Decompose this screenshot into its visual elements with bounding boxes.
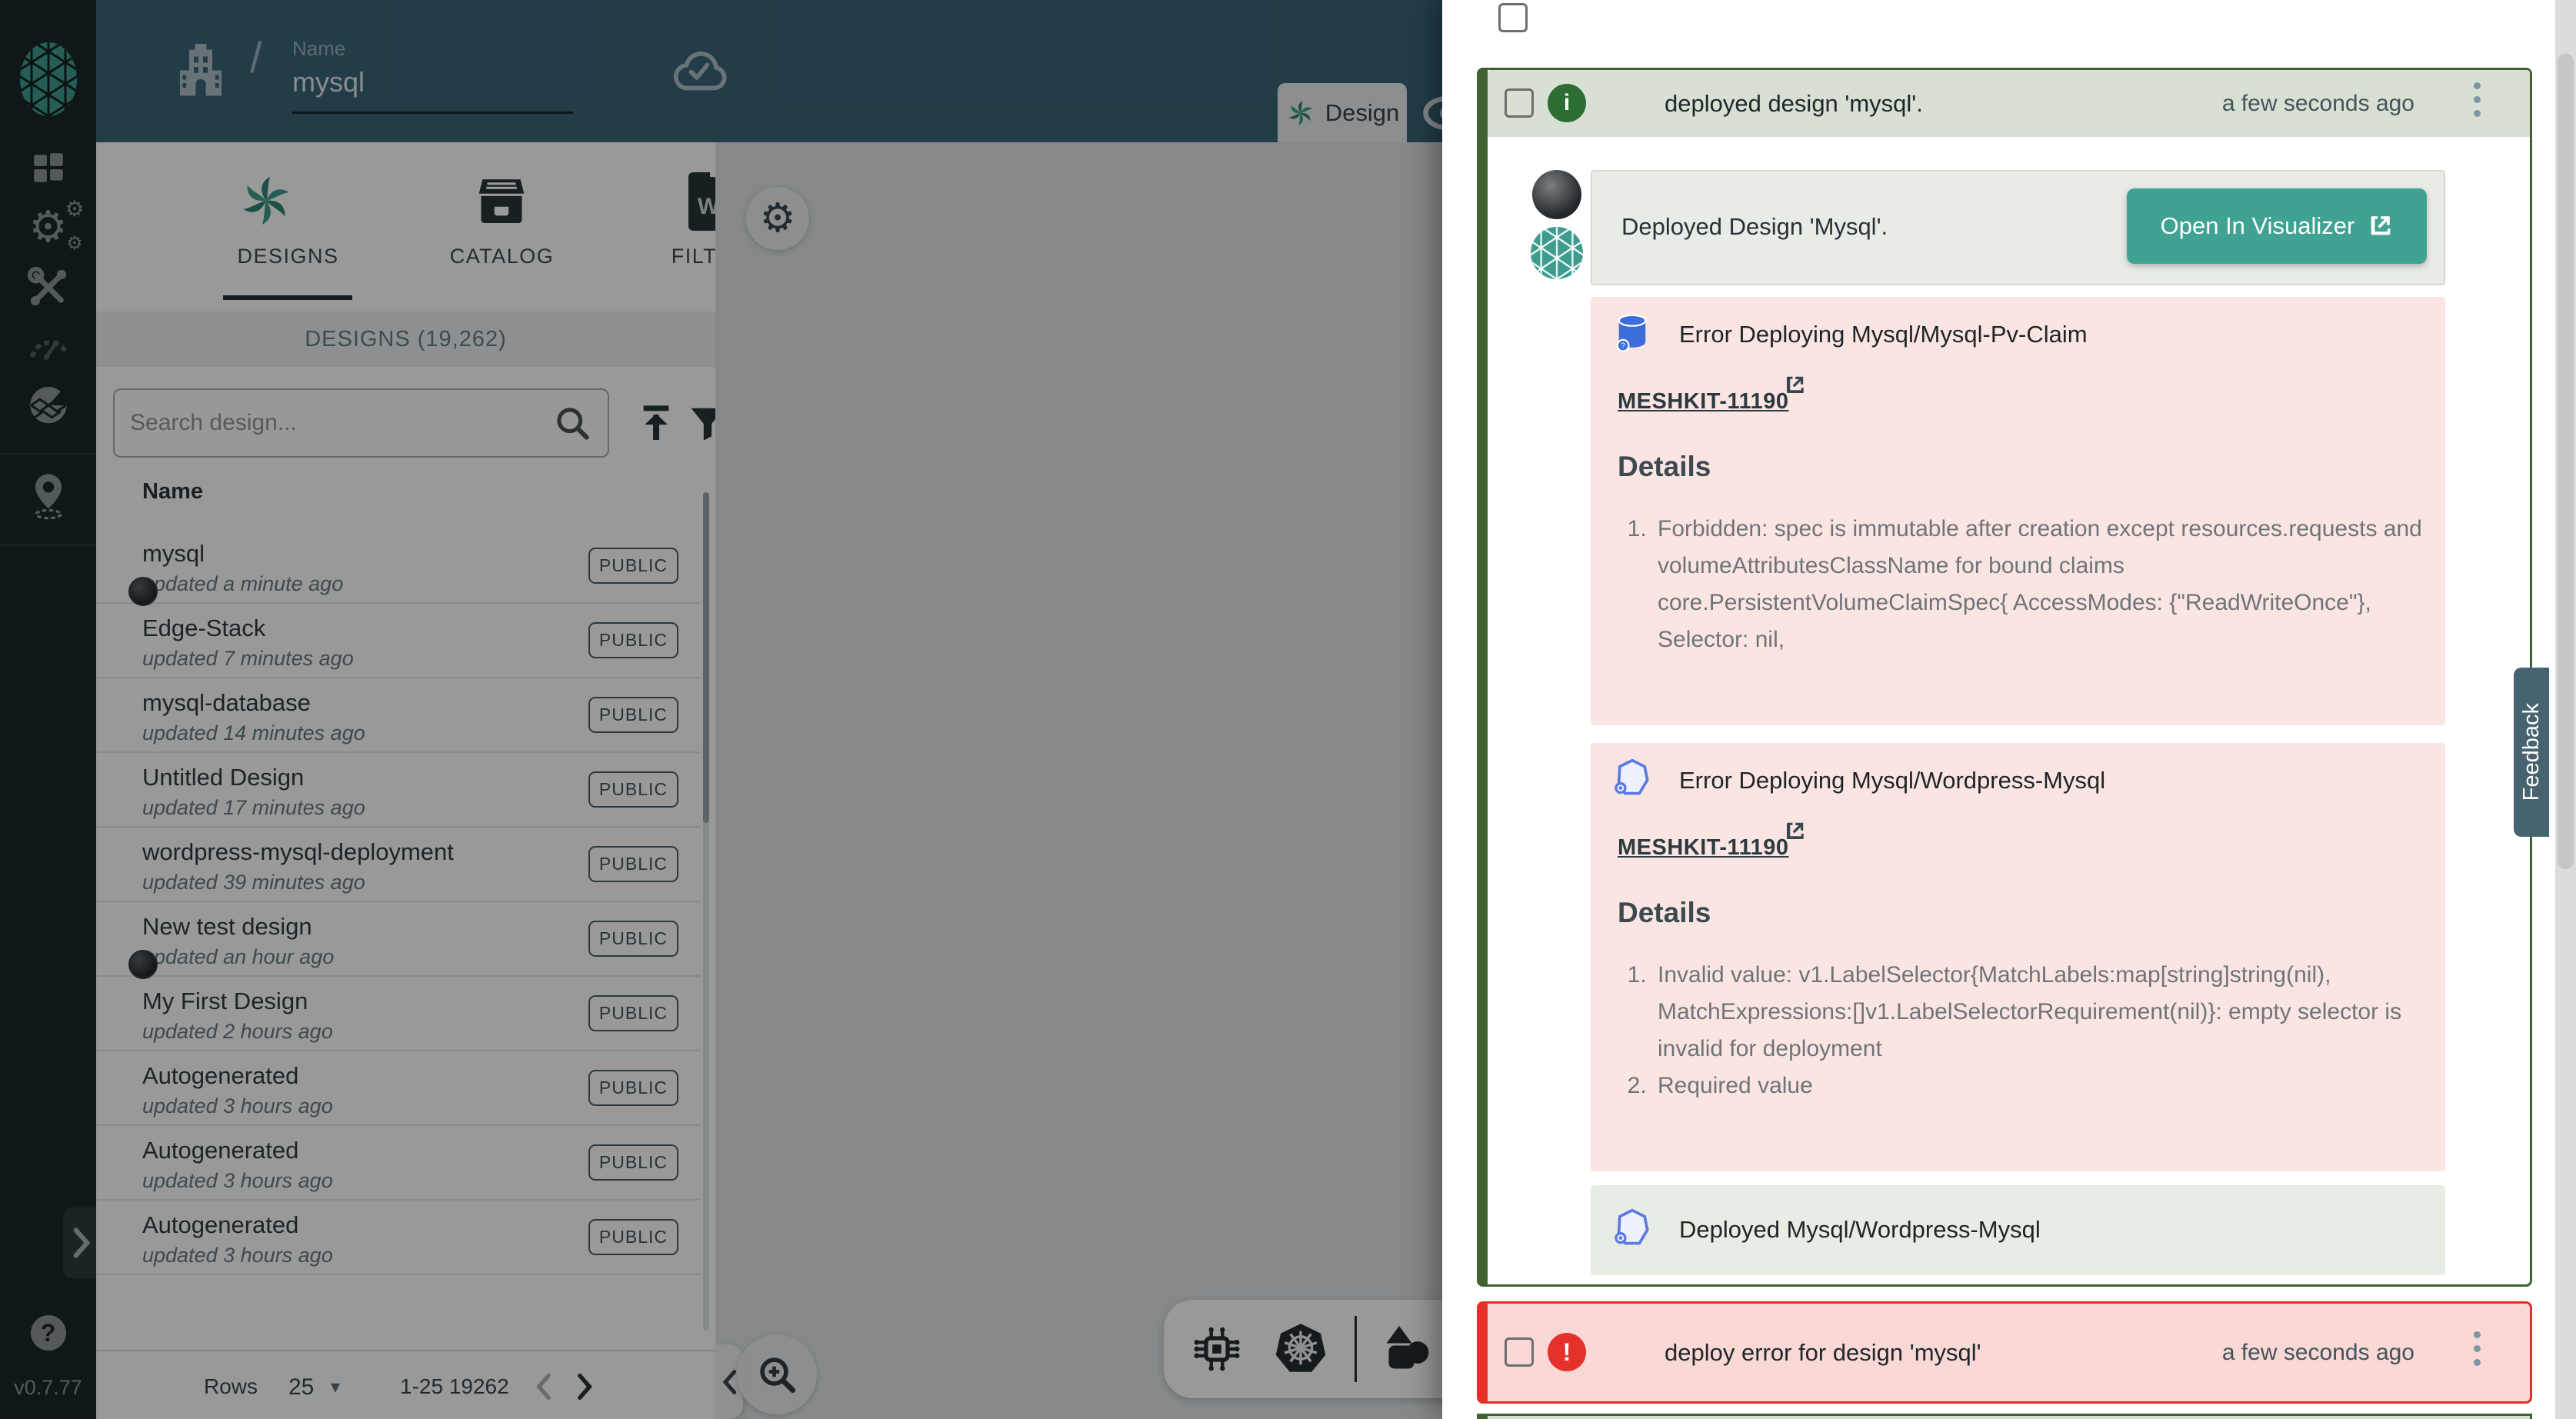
notification-checkbox[interactable] (1505, 88, 1534, 118)
notification-time: a few seconds ago (2199, 91, 2414, 117)
notification-menu-button[interactable] (2474, 82, 2481, 117)
deploy-summary-text: Deployed Design 'Mysql'. (1621, 213, 1888, 241)
meshery-bot-avatar (1531, 227, 1583, 279)
pv-claim-icon: ? (1612, 312, 1652, 354)
error-items: Forbidden: spec is immutable after creat… (1653, 511, 2430, 658)
meshkit-link[interactable]: MESHKIT-11190 (1618, 835, 1789, 861)
feedback-tab[interactable]: Feedback (2514, 668, 2549, 837)
notification-title: deployed design 'mysql'. (1665, 90, 1923, 118)
notification-card-error[interactable]: ! deploy error for design 'mysql' a few … (1477, 1301, 2532, 1404)
drawer-scrollbar-thumb[interactable] (2558, 54, 2574, 869)
notification-menu-button[interactable] (2474, 1331, 2481, 1366)
notification-checkbox[interactable] (1498, 3, 1528, 32)
deployed-success-box: Deployed Mysql/Wordpress-Mysql (1591, 1185, 2445, 1275)
notification-card-deployed[interactable]: i deployed design 'mysql'. a few seconds… (1477, 68, 2532, 1287)
meshery-app: ⚙ ⚙ ⚙ (0, 0, 2576, 1419)
external-link-icon[interactable] (1783, 374, 1806, 397)
deployed-success-text: Deployed Mysql/Wordpress-Mysql (1679, 1216, 2041, 1244)
notifications-drawer: i deployed design 'mysql'. a few seconds… (1442, 0, 2576, 1419)
error-detail-box: ? Error Deploying Mysql/Mysql-Pv-Claim M… (1591, 297, 2445, 725)
drawer-scrollbar-track[interactable] (2555, 0, 2576, 1419)
details-heading: Details (1618, 451, 1711, 483)
svg-text:?: ? (1621, 342, 1625, 351)
details-heading: Details (1618, 897, 1711, 929)
meshkit-link[interactable]: MESHKIT-11190 (1618, 389, 1789, 415)
next-notification-card-edge (1477, 1414, 2532, 1419)
modal-dim-overlay[interactable] (0, 0, 1442, 1419)
external-link-icon (2367, 213, 2393, 239)
error-items: Invalid value: v1.LabelSelector{MatchLab… (1653, 957, 2430, 1104)
notification-checkbox[interactable] (1505, 1337, 1534, 1367)
deployment-icon (1611, 757, 1654, 801)
error-title: Error Deploying Mysql/Mysql-Pv-Claim (1679, 321, 2088, 348)
feedback-label: Feedback (2519, 703, 2544, 801)
external-link-icon[interactable] (1783, 820, 1806, 843)
error-detail-box: Error Deploying Mysql/Wordpress-Mysql ME… (1591, 743, 2445, 1171)
notification-time: a few seconds ago (2199, 1340, 2414, 1366)
open-in-visualizer-button[interactable]: Open In Visualizer (2127, 188, 2427, 264)
deploy-summary-box: Deployed Design 'Mysql'. Open In Visuali… (1591, 170, 2445, 285)
notification-header[interactable]: i deployed design 'mysql'. a few seconds… (1488, 70, 2530, 137)
info-icon: i (1548, 84, 1586, 122)
error-icon: ! (1548, 1333, 1586, 1371)
error-title: Error Deploying Mysql/Wordpress-Mysql (1679, 767, 2105, 794)
deployment-icon (1611, 1207, 1654, 1251)
notification-title: deploy error for design 'mysql' (1665, 1339, 1981, 1367)
user-avatar (1532, 170, 1581, 219)
